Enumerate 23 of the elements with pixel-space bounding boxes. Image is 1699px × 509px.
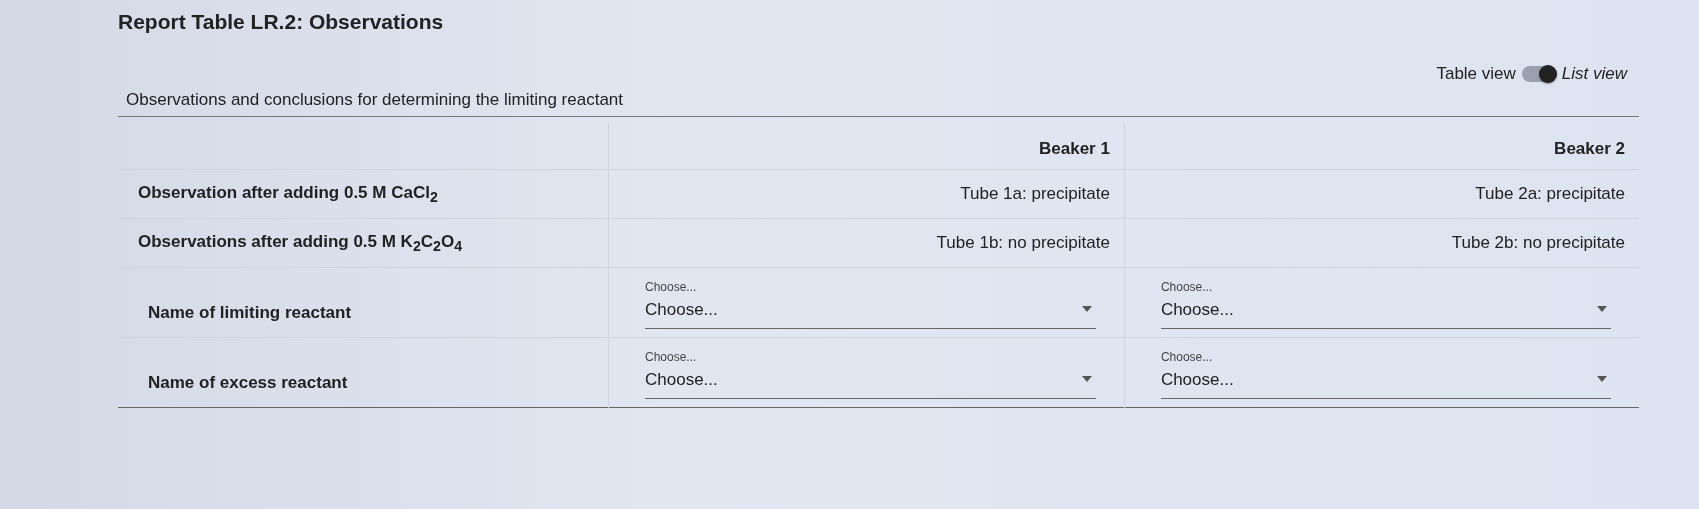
column-header: Beaker 2	[1124, 123, 1639, 170]
caret-icon	[1597, 306, 1607, 312]
toggle-label: List view	[1561, 64, 1627, 84]
row-header: Observation after adding 0.5 M CaCl$_{2}$	[118, 169, 609, 219]
toggle-label: Table view	[1436, 64, 1516, 84]
page-title: Report Table LR.2: Observations	[118, 10, 445, 34]
dropdown-field[interactable]: Choose... Choose...	[1160, 278, 1611, 329]
caret-icon	[1597, 376, 1607, 382]
caret-icon	[1081, 376, 1092, 382]
view-switch[interactable]	[1521, 66, 1556, 82]
column-header: Beaker 1	[608, 123, 1125, 170]
row-header: Name of excess reactant	[118, 337, 609, 408]
table-cell: Tube 1b: no precipitate	[608, 218, 1125, 268]
table-cell: Tube 2a: precipitate	[1124, 169, 1639, 219]
caret-icon	[1081, 306, 1092, 312]
table-cell: Tube 1a: precipitate	[608, 169, 1125, 219]
dropdown-field[interactable]: Choose... Choose...	[645, 348, 1096, 399]
dropdown-field[interactable]: Choose... Choose...	[645, 278, 1096, 329]
row-header: Observations after adding 0.5 M K$_{2}$C$_{2}$O$_{4}$	[118, 218, 609, 268]
dropdown-field[interactable]: Choose... Choose...	[1160, 348, 1611, 399]
table-caption: Observations and conclusions for determining the limiting reactant	[125, 90, 624, 110]
row-header: Name of limiting reactant	[118, 267, 609, 338]
table-cell: Tube 2b: no precipitate	[1124, 218, 1639, 268]
